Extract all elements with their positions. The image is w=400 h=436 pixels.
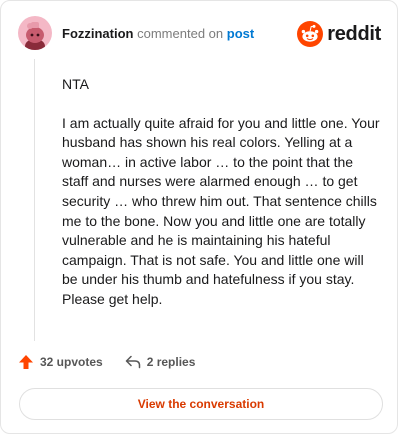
upvote-arrow-icon	[19, 355, 33, 369]
comment-card: Fozzination commented on post reddit NTA…	[0, 0, 398, 434]
replies-button[interactable]: 2 replies	[125, 355, 196, 369]
comment-paragraph: I am actually quite afraid for you and l…	[62, 114, 380, 307]
avatar[interactable]	[18, 16, 52, 50]
reply-count: 2 replies	[146, 355, 196, 369]
upvote-button[interactable]: 32 upvotes	[18, 354, 103, 370]
comment-body: NTA I am actually quite afraid for you a…	[62, 75, 380, 310]
reddit-wordmark: reddit	[327, 23, 381, 45]
upvote-count: 32 upvotes	[40, 355, 103, 369]
comment-actions: 32 upvotes 2 replies	[18, 354, 195, 370]
comment-header: Fozzination commented on post	[62, 26, 254, 42]
view-conversation-button[interactable]: View the conversation	[19, 388, 383, 420]
reply-arrow-icon	[125, 355, 140, 369]
comment-paragraph: NTA	[62, 76, 89, 92]
username[interactable]: Fozzination	[62, 26, 134, 41]
reddit-snoo-icon	[297, 21, 324, 47]
thread-line	[34, 59, 35, 341]
action-text: commented on	[137, 26, 224, 41]
post-link[interactable]: post	[227, 26, 254, 41]
reddit-logo[interactable]: reddit	[297, 21, 381, 47]
avatar-snoo-icon	[25, 22, 45, 50]
